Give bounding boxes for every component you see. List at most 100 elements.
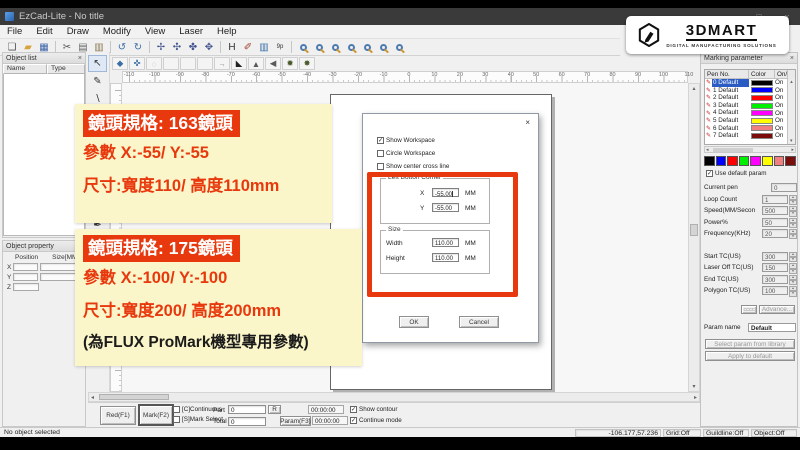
pen-state[interactable]: On [775, 132, 787, 139]
column-on-off[interactable]: On/ [775, 70, 788, 79]
spinner-control[interactable]: ▴▾ [789, 218, 797, 227]
pen-row[interactable]: ✎3 DefaultOn [705, 102, 795, 110]
object-status[interactable]: Object:Off [751, 429, 797, 437]
column-pen-no[interactable]: Pen No. [705, 70, 749, 79]
redo-icon[interactable]: ↻ [130, 40, 146, 54]
vertical-scrollbar[interactable]: ▴ ▾ [688, 83, 700, 392]
palette-swatch[interactable] [750, 156, 761, 166]
palette-swatch[interactable] [762, 156, 773, 166]
column-color[interactable]: Color [749, 70, 775, 79]
param-field[interactable]: 20 [762, 229, 788, 238]
cancel-button[interactable]: Cancel [459, 316, 499, 328]
node-tool-2-icon[interactable]: ✣ [169, 40, 185, 54]
pen-row[interactable]: ✎4 DefaultOn [705, 109, 795, 117]
node-tool-4-icon[interactable]: ✥ [201, 40, 217, 54]
checkbox-box[interactable]: ✓ [377, 137, 384, 144]
checkbox-box[interactable]: ✓ [706, 170, 713, 177]
menu-help[interactable]: Help [210, 26, 244, 37]
pen-state[interactable]: On [775, 102, 787, 109]
spinner-control[interactable]: ▴▾ [789, 206, 797, 215]
rotate-copy-icon[interactable]: ✸ [299, 57, 315, 70]
lock-x-icon[interactable] [163, 57, 179, 70]
pen-row[interactable]: ✎5 DefaultOn [705, 117, 795, 125]
position-y-field[interactable] [13, 273, 38, 281]
spinner-control[interactable]: ▴▾ [789, 252, 797, 261]
checkbox-box[interactable]: ✓ [350, 406, 357, 413]
lock-z-icon[interactable] [197, 57, 213, 70]
palette-swatch[interactable] [716, 156, 727, 166]
scroll-down-icon[interactable]: ▾ [689, 383, 699, 390]
checkbox-box[interactable] [173, 416, 180, 423]
menu-modify[interactable]: Modify [96, 26, 138, 37]
scroll-right-icon[interactable]: ▸ [694, 394, 697, 401]
pen-table-scrollbar[interactable]: ▴▾ [787, 79, 795, 144]
param-field[interactable]: 50 [762, 218, 788, 227]
spinner-control[interactable]: ▴▾ [789, 195, 797, 204]
ok-button[interactable]: OK [399, 316, 429, 328]
pen-state[interactable]: On [775, 94, 787, 101]
apply-to-default-button[interactable]: Apply to default [705, 351, 795, 361]
spinner-control[interactable]: ▴▾ [789, 263, 797, 272]
part-field[interactable]: 0 [228, 405, 266, 414]
pen-label[interactable]: 4 Default [712, 109, 749, 116]
pen-label[interactable]: 3 Default [712, 102, 749, 109]
pen-state[interactable]: On [775, 125, 787, 132]
pen-row[interactable]: ✎2 DefaultOn [705, 94, 795, 102]
snap-angle-icon[interactable]: ¬ [214, 57, 230, 70]
snap-node-icon[interactable]: ◆ [112, 57, 128, 70]
mirror-vertical-icon[interactable]: ▲ [248, 57, 264, 70]
param-field[interactable]: 300 [762, 252, 788, 261]
use-default-param-checkbox[interactable]: ✓Use default param [706, 170, 766, 177]
position-x-field[interactable] [13, 263, 38, 271]
pen-row[interactable]: ✎0 DefaultOn [705, 79, 795, 87]
properties-panel-icon[interactable]: ▥ [256, 40, 272, 54]
circle-workspace-checkbox[interactable]: Circle Workspace [377, 150, 435, 157]
hatch-icon[interactable]: H [224, 40, 240, 54]
column-type[interactable]: Type [47, 64, 85, 74]
param-field[interactable]: 300 [762, 275, 788, 284]
palette-swatch[interactable] [774, 156, 785, 166]
checkbox-box[interactable]: ✓ [350, 417, 357, 424]
mirror-horizontal-icon[interactable]: ◀ [265, 57, 281, 70]
zoom-window-icon[interactable] [295, 40, 311, 54]
advance-button[interactable]: Advance... [759, 305, 795, 314]
red-f1-button[interactable]: Red(F1) [100, 406, 136, 425]
zoom-workspace-icon[interactable] [375, 40, 391, 54]
panel-close-icon[interactable]: × [790, 55, 794, 62]
panel-close-icon[interactable]: × [78, 55, 82, 62]
array-copy-icon[interactable]: ✹ [282, 57, 298, 70]
param-extra-button[interactable]: CCCC [741, 305, 757, 314]
pen-label[interactable]: 2 Default [712, 94, 749, 101]
horizontal-scrollbar[interactable]: ◂ ▸ [88, 392, 700, 402]
node-tool-3-icon[interactable]: ✤ [185, 40, 201, 54]
pen-state[interactable]: On [775, 117, 787, 124]
menu-file[interactable]: File [0, 26, 29, 37]
checkbox-box[interactable] [377, 150, 384, 157]
lock-y-icon[interactable] [180, 57, 196, 70]
pen-table-hscrollbar[interactable]: ◂▸ [704, 146, 796, 153]
select-param-library-button[interactable]: Select param from library [705, 339, 795, 349]
checkbox-box[interactable] [173, 406, 180, 413]
show-workspace-checkbox[interactable]: ✓Show Workspace [377, 137, 435, 144]
zoom-in-icon[interactable] [327, 40, 343, 54]
show-contour-checkbox[interactable]: ✓Show contour [350, 406, 398, 413]
snap-object-icon[interactable]: ✜ [129, 57, 145, 70]
spinner-control[interactable]: ▴▾ [789, 286, 797, 295]
spinner-control[interactable]: ▴▾ [789, 229, 797, 238]
param-field[interactable]: 100 [762, 286, 788, 295]
column-name[interactable]: Name [3, 64, 47, 74]
continue-mode-checkbox[interactable]: ✓Continue mode [350, 417, 402, 424]
pen-state[interactable]: On [775, 87, 787, 94]
vertical-scroll-thumb[interactable] [690, 224, 698, 236]
menu-view[interactable]: View [138, 26, 172, 37]
horizontal-scroll-thumb[interactable] [99, 394, 169, 400]
pen-state[interactable]: On [775, 79, 787, 86]
pen-label[interactable]: 5 Default [712, 117, 749, 124]
center-cross-line-checkbox[interactable]: Show center cross line [377, 163, 449, 170]
pen-label[interactable]: 7 Default [712, 132, 749, 139]
palette-swatch[interactable] [739, 156, 750, 166]
param-field[interactable]: 0 [771, 183, 797, 192]
zoom-all-icon[interactable] [359, 40, 375, 54]
checkbox-box[interactable] [377, 163, 384, 170]
zoom-move-icon[interactable] [311, 40, 327, 54]
